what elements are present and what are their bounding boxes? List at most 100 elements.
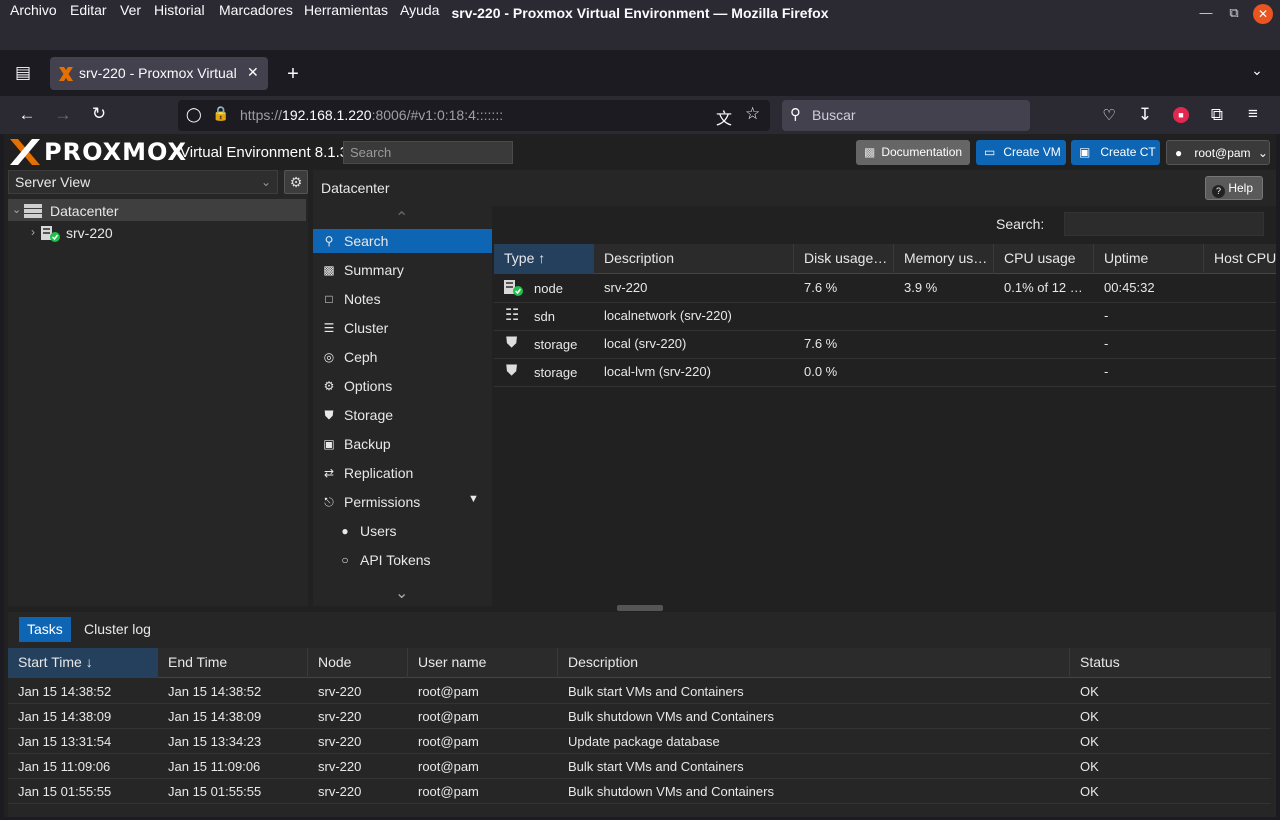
lock-warning-icon[interactable]: 🔒 [212, 105, 229, 122]
menu-options[interactable]: ⚙ Options [313, 374, 492, 398]
menu-marcadores[interactable]: Marcadores [219, 2, 293, 18]
tree-label-node[interactable]: srv-220 [66, 225, 113, 241]
menu-storage[interactable]: ⛊ Storage [313, 403, 492, 427]
user-label: root@pam [1194, 146, 1251, 160]
task-cell-description: Bulk start VMs and Containers [568, 759, 744, 774]
extension-lock-icon[interactable]: ■ [1173, 107, 1189, 123]
tree-expand-icon[interactable]: ⌄ [12, 203, 21, 216]
grid-search-input[interactable] [1064, 212, 1264, 236]
grid-row[interactable]: ⛊ storage local (srv-220) 7.6 % - [494, 331, 1276, 359]
url-bar[interactable]: ◯ 🔒 https://192.168.1.220:8006/#v1:0:18:… [178, 100, 770, 131]
shield-icon[interactable]: ◯ [186, 106, 202, 123]
menu-editar[interactable]: Editar [70, 2, 107, 18]
extensions-puzzle-icon[interactable]: ⧉ [1205, 105, 1229, 125]
book-icon: ▩ [323, 263, 335, 277]
back-arrow-icon[interactable]: ← [15, 105, 39, 125]
grid-cell-uptime: - [1104, 336, 1109, 351]
grid-row[interactable]: ☷ sdn localnetwork (srv-220) - [494, 303, 1276, 331]
grid-col-type[interactable]: Type ↑ [494, 244, 594, 274]
task-cell-node: srv-220 [318, 684, 362, 699]
content-header [313, 170, 1276, 206]
task-row[interactable]: Jan 15 14:38:09 Jan 15 14:38:09 srv-220 … [8, 704, 1271, 729]
menu-cluster[interactable]: ☰ Cluster [313, 316, 492, 340]
documentation-button[interactable]: ▩ Documentation [856, 140, 970, 165]
grid-cell-type: storage [534, 337, 578, 352]
task-cell-node: srv-220 [318, 784, 362, 799]
user-menu-button[interactable]: ● root@pam ⌄ [1166, 140, 1270, 165]
view-selector[interactable]: Server View ⌄ [8, 170, 278, 194]
create-ct-button[interactable]: ▣ Create CT [1071, 140, 1160, 165]
tree-collapse-icon[interactable]: › [31, 225, 35, 239]
tasks-col-node[interactable]: Node [308, 648, 408, 678]
task-row[interactable]: Jan 15 01:55:55 Jan 15 01:55:55 srv-220 … [8, 779, 1271, 804]
menu-archivo[interactable]: Archivo [10, 2, 57, 18]
restore-button[interactable]: ⧉ [1224, 4, 1244, 24]
menu-api-tokens[interactable]: ○ API Tokens [313, 548, 492, 572]
reload-icon[interactable]: ↻ [87, 104, 111, 124]
new-tab-button[interactable]: + [281, 63, 305, 86]
grid-col-cpu[interactable]: CPU usage [994, 244, 1094, 274]
browser-search-bar[interactable]: ⚲ Buscar [782, 100, 1030, 131]
tasks-col-description[interactable]: Description [558, 648, 1070, 678]
translate-icon[interactable]: 文 [716, 105, 732, 129]
node-online-icon[interactable] [40, 226, 60, 242]
task-row[interactable]: Jan 15 14:38:52 Jan 15 14:38:52 srv-220 … [8, 679, 1271, 704]
help-button[interactable]: ? Help [1205, 176, 1263, 200]
menu-users[interactable]: ● Users [313, 519, 492, 543]
task-cell-start: Jan 15 11:09:06 [18, 759, 111, 774]
create-vm-label: Create VM [1003, 145, 1061, 159]
browser-tab[interactable]: srv-220 - Proxmox Virtual E ✕ [50, 57, 268, 90]
close-window-button[interactable]: ✕ [1253, 4, 1273, 24]
tab-close-icon[interactable]: ✕ [247, 64, 259, 81]
hamburger-menu-icon[interactable]: ≡ [1241, 104, 1265, 124]
menu-backup[interactable]: ▣ Backup [313, 432, 492, 456]
server-icon: ☰ [323, 321, 335, 335]
tab-overview-icon[interactable]: ▤ [11, 63, 35, 83]
grid-col-host-cpu[interactable]: Host CPU [1204, 244, 1276, 274]
menu-ceph[interactable]: ◎ Ceph [313, 345, 492, 369]
menu-replication[interactable]: ⇄ Replication [313, 461, 492, 485]
tree-settings-gear-icon[interactable]: ⚙ [284, 170, 308, 194]
forward-arrow-icon[interactable]: → [51, 105, 75, 125]
question-icon: ? [1212, 185, 1225, 198]
menu-herramientas[interactable]: Herramientas [304, 2, 388, 18]
scroll-up-chevron-icon[interactable]: ⌃ [395, 208, 408, 228]
menu-search[interactable]: ⚲ Search [313, 229, 492, 253]
help-label: Help [1228, 181, 1254, 195]
task-cell-description: Bulk start VMs and Containers [568, 684, 744, 699]
grid-cell-disk [794, 303, 894, 331]
task-row[interactable]: Jan 15 13:31:54 Jan 15 13:34:23 srv-220 … [8, 729, 1271, 754]
tasks-col-status[interactable]: Status [1070, 648, 1271, 678]
bookmark-star-icon[interactable]: ☆ [745, 104, 760, 124]
list-tabs-chevron-icon[interactable]: ⌄ [1245, 62, 1269, 79]
downloads-icon[interactable]: ↧ [1133, 105, 1157, 125]
grid-row[interactable]: node srv-220 7.6 % 3.9 % 0.1% of 12 … 00… [494, 275, 1276, 303]
minimize-button[interactable]: — [1196, 4, 1216, 24]
grid-col-uptime[interactable]: Uptime [1094, 244, 1204, 274]
grid-col-disk[interactable]: Disk usage… [794, 244, 894, 274]
pocket-icon[interactable]: ♡ [1097, 106, 1121, 124]
url-text: https://192.168.1.220:8006/#v1:0:18:4:::… [240, 107, 504, 123]
tab-tasks[interactable]: Tasks [19, 617, 71, 642]
tasks-col-start-time[interactable]: Start Time ↓ [8, 648, 158, 678]
menu-ayuda[interactable]: Ayuda [400, 2, 439, 18]
panel-splitter-handle[interactable] [617, 605, 663, 611]
create-vm-button[interactable]: ▭ Create VM [976, 140, 1066, 165]
scroll-down-chevron-icon[interactable]: ⌄ [395, 583, 408, 603]
menu-historial[interactable]: Historial [154, 2, 205, 18]
tasks-col-user[interactable]: User name [408, 648, 558, 678]
pve-search-input[interactable]: Search [343, 141, 513, 164]
tab-cluster-log[interactable]: Cluster log [76, 617, 159, 642]
menu-ver[interactable]: Ver [120, 2, 141, 18]
user-icon: ● [1175, 146, 1183, 160]
task-cell-start: Jan 15 14:38:09 [18, 709, 112, 724]
menu-permissions[interactable]: ⎋ Permissions ▼ [313, 490, 492, 514]
task-row[interactable]: Jan 15 11:09:06 Jan 15 11:09:06 srv-220 … [8, 754, 1271, 779]
caret-down-icon[interactable]: ▼ [468, 493, 479, 505]
tasks-col-end-time[interactable]: End Time [158, 648, 308, 678]
grid-col-memory[interactable]: Memory us… [894, 244, 994, 274]
menu-notes[interactable]: □ Notes [313, 287, 492, 311]
grid-col-description[interactable]: Description [594, 244, 794, 274]
menu-summary[interactable]: ▩ Summary [313, 258, 492, 282]
grid-row[interactable]: ⛊ storage local-lvm (srv-220) 0.0 % - [494, 359, 1276, 387]
